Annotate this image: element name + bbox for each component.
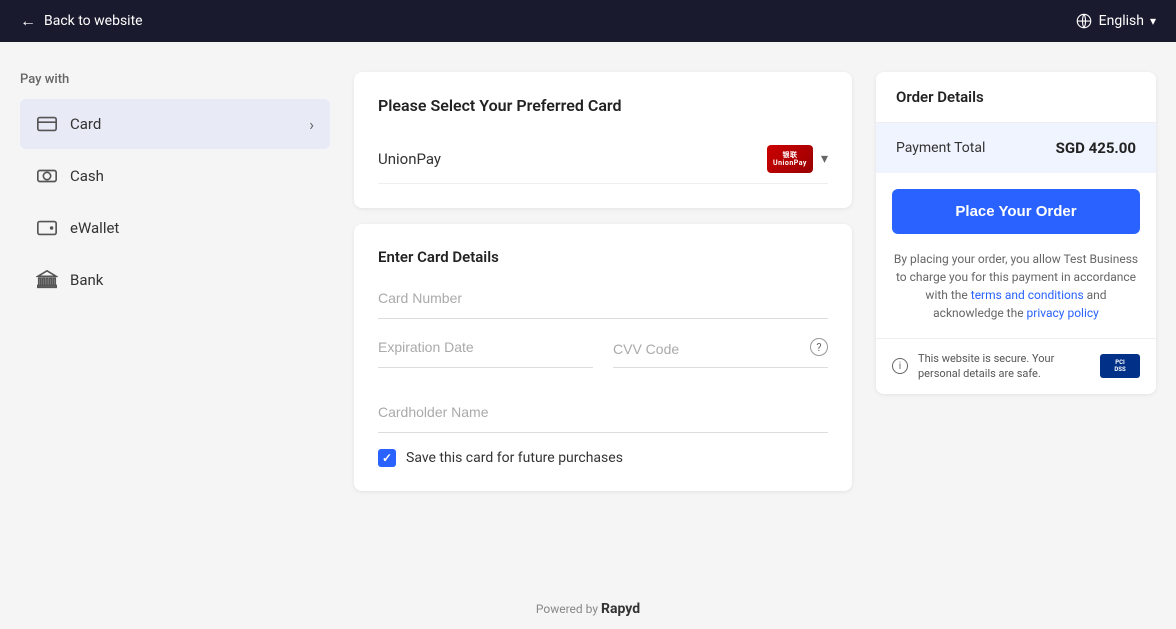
- back-to-website-link[interactable]: ← Back to website: [20, 11, 143, 31]
- payment-total-row: Payment Total SGD 425.00: [876, 123, 1156, 173]
- main-container: Pay with Card › Cash: [0, 42, 1176, 589]
- back-arrow-icon: ←: [20, 11, 36, 31]
- language-selector[interactable]: English ▾: [1075, 12, 1156, 30]
- unionpay-badge: 银联UnionPay: [767, 145, 813, 173]
- back-label: Back to website: [44, 13, 143, 29]
- card-icon: [36, 113, 58, 135]
- payment-method-ewallet-label: eWallet: [70, 219, 119, 237]
- rapyd-brand: Rapyd: [601, 601, 640, 617]
- payment-method-cash-label: Cash: [70, 167, 104, 185]
- expiration-date-field: [378, 335, 593, 368]
- expiry-cvv-row: ?: [378, 335, 828, 384]
- card-selector-panel: Please Select Your Preferred Card UnionP…: [354, 72, 852, 208]
- globe-icon: [1075, 12, 1093, 30]
- cash-icon: [36, 165, 58, 187]
- order-details-title: Order Details: [896, 88, 1136, 106]
- save-card-label: Save this card for future purchases: [406, 450, 623, 466]
- security-row: i This website is secure. Your personal …: [876, 338, 1156, 394]
- cvv-field: ?: [613, 335, 828, 368]
- card-dropdown-trigger[interactable]: 银联UnionPay ▾: [767, 145, 828, 173]
- order-disclaimer: By placing your order, you allow Test Bu…: [876, 250, 1156, 338]
- cardholder-name-input[interactable]: [378, 400, 828, 424]
- ewallet-icon: [36, 217, 58, 239]
- pcidss-badge: PCIDSS: [1100, 354, 1140, 378]
- cvv-input[interactable]: [613, 337, 810, 365]
- card-number-field: [378, 286, 828, 319]
- card-selector-title: Please Select Your Preferred Card: [378, 96, 828, 115]
- save-card-row: ✓ Save this card for future purchases: [378, 449, 828, 467]
- order-details-header: Order Details: [876, 72, 1156, 123]
- checkmark-icon: ✓: [382, 451, 392, 465]
- pay-with-label: Pay with: [20, 72, 330, 87]
- payment-method-card[interactable]: Card ›: [20, 99, 330, 149]
- card-details-panel: Enter Card Details ?: [354, 224, 852, 491]
- cvv-help-icon[interactable]: ?: [810, 338, 828, 356]
- payment-total-label: Payment Total: [896, 140, 985, 156]
- security-text: This website is secure. Your personal de…: [918, 351, 1090, 382]
- privacy-link[interactable]: privacy policy: [1027, 306, 1099, 320]
- payment-sidebar: Pay with Card › Cash: [20, 72, 330, 559]
- selected-card-label: UnionPay: [378, 150, 441, 168]
- card-form-title: Enter Card Details: [378, 248, 828, 266]
- card-selector-row: UnionPay 银联UnionPay ▾: [378, 135, 828, 184]
- payment-method-card-label: Card: [70, 115, 101, 133]
- save-card-checkbox[interactable]: ✓: [378, 449, 396, 467]
- payment-total-amount: SGD 425.00: [1056, 139, 1136, 157]
- info-icon: i: [892, 358, 908, 374]
- card-dropdown-chevron: ▾: [821, 151, 828, 167]
- language-label: English: [1099, 13, 1144, 29]
- order-details-box: Order Details Payment Total SGD 425.00 P…: [876, 72, 1156, 394]
- expiration-date-input[interactable]: [378, 335, 593, 359]
- payment-method-bank[interactable]: Bank: [20, 255, 330, 305]
- payment-method-bank-label: Bank: [70, 271, 103, 289]
- terms-link[interactable]: terms and conditions: [971, 288, 1084, 302]
- place-order-button[interactable]: Place Your Order: [892, 189, 1140, 234]
- card-number-input[interactable]: [378, 286, 828, 310]
- bank-icon: [36, 269, 58, 291]
- order-panel: Order Details Payment Total SGD 425.00 P…: [876, 72, 1156, 559]
- chevron-right-icon: ›: [309, 115, 314, 134]
- chevron-down-icon: ▾: [1150, 14, 1156, 28]
- powered-by-text: Powered by: [536, 602, 598, 616]
- payment-method-ewallet[interactable]: eWallet: [20, 203, 330, 253]
- payment-method-cash[interactable]: Cash: [20, 151, 330, 201]
- top-navigation: ← Back to website English ▾: [0, 0, 1176, 42]
- center-content: Please Select Your Preferred Card UnionP…: [354, 72, 852, 559]
- footer: Powered by Rapyd: [0, 589, 1176, 629]
- cardholder-name-field: [378, 400, 828, 433]
